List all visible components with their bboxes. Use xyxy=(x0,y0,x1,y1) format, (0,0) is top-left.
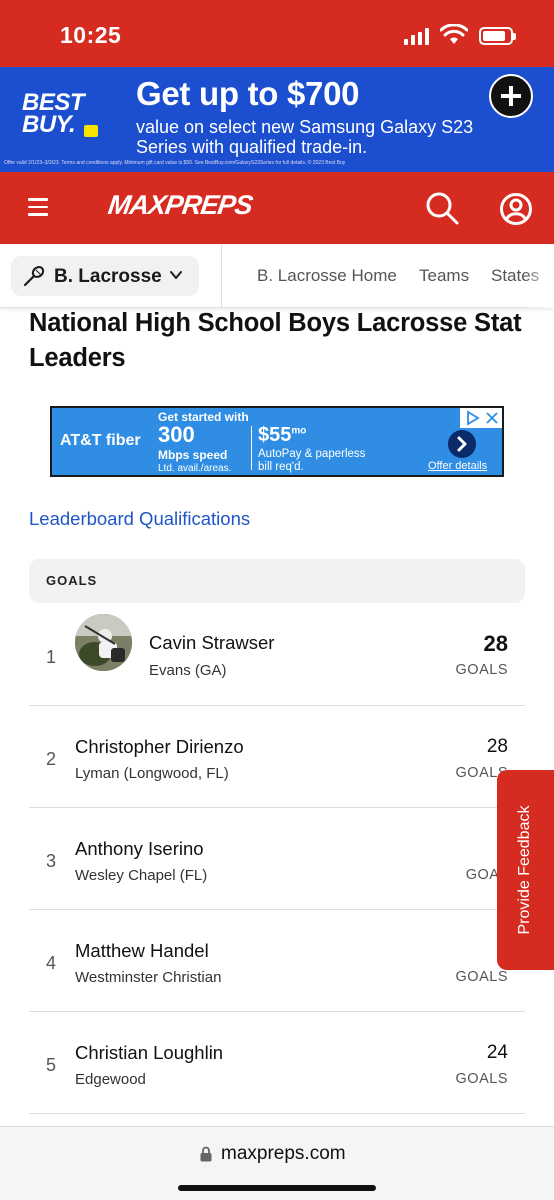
att-fiber-logo: AT&T fiber xyxy=(60,432,141,449)
stat-category-header: GOALS xyxy=(29,559,525,603)
site-header: MAXPREPS xyxy=(0,172,554,244)
ad-choices-icon[interactable] xyxy=(460,408,502,428)
browser-url-bar[interactable]: maxpreps.com xyxy=(0,1126,554,1200)
status-bar: 10:25 xyxy=(0,0,554,67)
chevron-right-icon[interactable] xyxy=(448,430,476,458)
home-indicator[interactable] xyxy=(178,1185,376,1191)
nav-scroll-fade xyxy=(524,244,554,308)
ad-subtext: value on select new Samsung Galaxy S23 S… xyxy=(136,117,474,157)
cellular-signal-icon xyxy=(404,28,430,45)
page: 10:25 BEST BUY. Get up to $700 value on … xyxy=(0,0,554,1200)
att-autopay-text: AutoPay & paperless bill req'd. xyxy=(258,448,366,473)
rank: 1 xyxy=(46,647,57,667)
rank: 2 xyxy=(46,749,57,769)
nav-link-teams[interactable]: Teams xyxy=(419,266,469,286)
player-school[interactable]: Evans (GA) xyxy=(149,662,227,679)
ad-fine-print: Offer valid 2/1/23–3/3/23. Terms and con… xyxy=(4,160,346,166)
player-name[interactable]: Cavin Strawser xyxy=(149,632,274,654)
player-school[interactable]: Edgewood xyxy=(75,1071,146,1088)
battery-icon xyxy=(479,27,516,45)
expand-ad-plus-icon[interactable] xyxy=(489,74,533,118)
stat-value: 28 xyxy=(486,736,508,757)
best-buy-tag-icon xyxy=(84,125,98,137)
player-school[interactable]: Lyman (Longwood, FL) xyxy=(75,765,229,782)
nav-divider xyxy=(221,244,222,308)
player-school[interactable]: Wesley Chapel (FL) xyxy=(75,867,207,884)
battery-level xyxy=(483,31,506,41)
ad-headline: Get up to $700 xyxy=(136,75,360,112)
player-name[interactable]: Christian Loughlin xyxy=(75,1042,223,1064)
stat-category-label: GOALS xyxy=(46,573,98,588)
feedback-label: Provide Feedback xyxy=(516,805,533,935)
leader-row[interactable]: 5 Christian Loughlin Edgewood 24 GOALS xyxy=(29,1012,525,1114)
chevron-down-icon xyxy=(170,271,182,279)
leader-row[interactable]: 2 Christopher Dirienzo Lyman (Longwood, … xyxy=(29,706,525,808)
player-school[interactable]: Westminster Christian xyxy=(75,969,221,986)
att-offer-details-link[interactable]: Offer details xyxy=(428,460,487,472)
lacrosse-stick-icon xyxy=(23,266,45,287)
wifi-icon xyxy=(440,24,468,44)
leaderboard-qualifications-link[interactable]: Leaderboard Qualifications xyxy=(29,508,250,530)
stat-value: 24 xyxy=(486,1042,508,1063)
hamburger-menu-icon[interactable] xyxy=(28,198,48,216)
lock-icon xyxy=(200,1146,212,1162)
att-availability: Ltd. avail./areas. xyxy=(158,463,232,474)
stat-value: 28 xyxy=(483,631,508,656)
best-buy-logo: BEST BUY. xyxy=(22,91,102,154)
rank: 5 xyxy=(46,1055,57,1075)
url-text[interactable]: maxpreps.com xyxy=(221,1143,346,1165)
stat-unit: GOALS xyxy=(455,1071,508,1087)
player-name[interactable]: Anthony Iserino xyxy=(75,838,204,860)
att-speed: 300 xyxy=(158,422,195,447)
att-speed-unit: Mbps speed xyxy=(158,448,228,462)
player-avatar[interactable] xyxy=(75,614,132,671)
att-fiber-ad[interactable]: AT&T fiber Get started with 300 Mbps spe… xyxy=(50,406,504,477)
page-title: National High School Boys Lacrosse Stat … xyxy=(29,309,522,372)
selected-sport-label: B. Lacrosse xyxy=(54,266,162,287)
att-divider xyxy=(251,426,252,470)
rank: 3 xyxy=(46,851,57,871)
search-icon[interactable] xyxy=(425,191,459,225)
stat-unit: GOALS xyxy=(455,662,508,678)
nav-link-home[interactable]: B. Lacrosse Home xyxy=(257,266,397,286)
sport-nav: B. Lacrosse B. Lacrosse Home Teams State… xyxy=(0,244,554,308)
leader-row[interactable]: 3 Anthony Iserino Wesley Chapel (FL) 2 G… xyxy=(29,808,525,910)
status-time: 10:25 xyxy=(60,22,122,48)
leader-row[interactable]: 4 Matthew Handel Westminster Christian 2… xyxy=(29,910,525,1012)
provide-feedback-tab[interactable]: Provide Feedback xyxy=(497,770,554,970)
sport-selector-dropdown[interactable]: B. Lacrosse xyxy=(11,256,199,296)
maxpreps-logo[interactable]: MAXPREPS xyxy=(105,190,254,226)
user-account-icon[interactable] xyxy=(499,192,533,226)
player-name[interactable]: Christopher Dirienzo xyxy=(75,736,244,758)
stat-unit: GOALS xyxy=(455,969,508,985)
att-price: $55mo xyxy=(258,424,307,446)
player-name[interactable]: Matthew Handel xyxy=(75,940,209,962)
leader-row[interactable]: 1 Cavin Strawser Evans (GA) 28 GOALS xyxy=(29,604,525,706)
best-buy-ad-banner[interactable]: BEST BUY. Get up to $700 value on select… xyxy=(0,67,554,172)
rank: 4 xyxy=(46,953,57,973)
